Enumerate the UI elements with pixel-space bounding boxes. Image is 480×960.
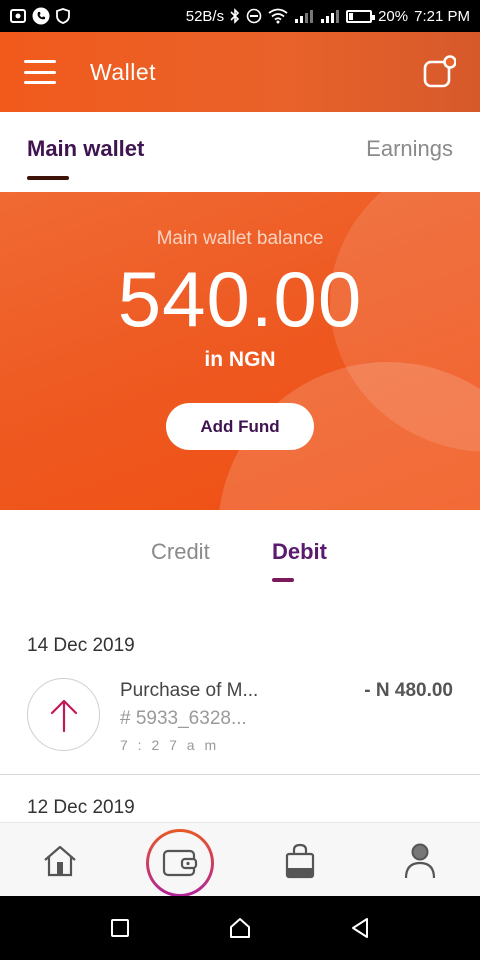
clock: 7:21 PM xyxy=(414,7,470,25)
balance-amount: 540.00 xyxy=(117,255,363,343)
arrow-up-icon xyxy=(50,699,77,732)
shopping-bag-icon[interactable] xyxy=(280,841,320,881)
do-not-disturb-icon xyxy=(246,8,262,24)
transaction-tabs: Credit Debit xyxy=(0,510,480,610)
active-tab-indicator xyxy=(272,578,294,582)
wifi-icon xyxy=(268,8,288,24)
status-left xyxy=(10,7,70,25)
screen-record-icon xyxy=(10,9,26,23)
tab-credit[interactable]: Credit xyxy=(151,539,210,565)
battery-icon xyxy=(346,9,376,23)
transaction-time: 7 : 2 7 a m xyxy=(120,737,220,753)
balance-card: Main wallet balance 540.00 in NGN Add Fu… xyxy=(0,192,480,510)
network-speed: 52B/s xyxy=(185,7,225,25)
wallet-tabs: Main wallet Earnings xyxy=(0,112,480,192)
battery-fill xyxy=(349,12,354,20)
battery-percent: 20% xyxy=(378,7,409,25)
signal-icon-2 xyxy=(320,9,340,23)
date-header: 14 Dec 2019 xyxy=(27,635,135,656)
transaction-icon-circle xyxy=(27,678,100,751)
recent-apps-icon[interactable] xyxy=(100,908,140,948)
status-bar: 52B/s 20% 7:21 PM xyxy=(0,0,480,32)
balance-currency: in NGN xyxy=(204,348,276,371)
tab-debit[interactable]: Debit xyxy=(272,539,327,565)
tab-earnings[interactable]: Earnings xyxy=(366,136,453,162)
bluetooth-icon xyxy=(230,8,240,24)
date-header: 12 Dec 2019 xyxy=(27,797,135,818)
page-title: Wallet xyxy=(90,58,157,85)
home-icon[interactable] xyxy=(40,841,80,881)
bottom-nav xyxy=(0,822,480,896)
tab-main-wallet[interactable]: Main wallet xyxy=(27,136,144,162)
balance-label: Main wallet balance xyxy=(156,228,324,249)
hamburger-menu-icon[interactable] xyxy=(24,60,56,84)
chat-icon[interactable] xyxy=(422,55,457,89)
app-bar: Wallet xyxy=(0,32,480,112)
home-button-icon[interactable] xyxy=(220,908,260,948)
transaction-reference: # 5933_6328... xyxy=(120,708,247,729)
transaction-amount: - N 480.00 xyxy=(364,680,453,701)
transaction-title: Purchase of M... xyxy=(120,680,259,701)
status-right: 52B/s 20% 7:21 PM xyxy=(186,8,470,25)
signal-icon-1 xyxy=(294,9,314,23)
profile-icon[interactable] xyxy=(400,841,440,881)
active-tab-indicator xyxy=(27,176,69,180)
system-nav-bar xyxy=(0,896,480,960)
wallet-icon[interactable] xyxy=(146,829,214,897)
back-icon[interactable] xyxy=(340,908,380,948)
add-fund-button[interactable]: Add Fund xyxy=(166,403,314,450)
phone-call-icon xyxy=(32,7,50,25)
shield-icon xyxy=(56,8,70,24)
transaction-row[interactable]: Purchase of M... # 5933_6328... 7 : 2 7 … xyxy=(0,672,480,775)
